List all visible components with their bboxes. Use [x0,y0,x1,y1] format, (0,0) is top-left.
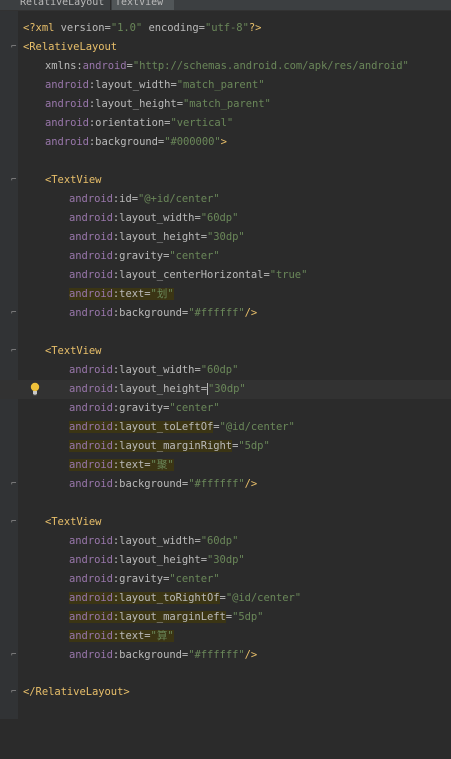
fold-marker-icon[interactable]: ⌐ [11,176,18,185]
code-line-tv3-background: ⌐ android:background="#ffffff"/> [11,649,258,661]
code-line-tv3-gravity: android:gravity="center" [69,573,220,585]
tab-textview[interactable]: TextView [112,0,174,10]
code-line-tv2-layout-height: android:layout_height="30dp" [0,380,451,399]
fold-marker-icon[interactable]: ⌐ [11,688,18,697]
code-line-tv1-gravity: android:gravity="center" [69,250,220,262]
code-line-tv1-background: ⌐ android:background="#ffffff"/> [11,307,258,319]
code-line-tv3-layout-height: android:layout_height="30dp" [69,554,245,566]
code-line-tv1-id: android:id="@+id/center" [69,193,220,205]
code-line-textview2-open: ⌐ <TextView [11,345,102,357]
code-line-textview3-open: ⌐ <TextView [11,516,102,528]
fold-marker-icon[interactable]: ⌐ [11,518,18,527]
code-line-relativelayout-close: ⌐ </RelativeLayout> [11,686,130,698]
code-line-tv2-layout-width: android:layout_width="60dp" [69,364,239,376]
code-editor[interactable]: <?xml version="1.0" encoding="utf-8"?> ⌐… [0,11,451,719]
code-line-tv1-layout-height: android:layout_height="30dp" [69,231,245,243]
code-line-root-orientation: android:orientation="vertical" [45,117,234,129]
code-line-tv3-to-right-of: android:layout_toRightOf="@id/center" [69,592,302,604]
code-line-xml-declaration: <?xml version="1.0" encoding="utf-8"?> [23,22,262,34]
fold-marker-icon[interactable]: ⌐ [11,480,18,489]
code-line-root-layout-height: android:layout_height="match_parent" [45,98,271,110]
code-line-tv2-gravity: android:gravity="center" [69,402,220,414]
code-line-textview1-open: ⌐ <TextView [11,174,102,186]
code-line-tv2-to-left-of: android:layout_toLeftOf="@id/center" [69,421,295,433]
code-line-tv2-background: ⌐ android:background="#ffffff"/> [11,478,258,490]
code-line-root-background: android:background="#000000"> [45,136,227,148]
code-line-tv2-margin-right: android:layout_marginRight="5dp" [69,440,270,452]
code-line-tv1-center-horizontal: android:layout_centerHorizontal="true" [69,269,308,281]
fold-marker-icon[interactable]: ⌐ [11,43,18,52]
code-line-tv3-margin-left: android:layout_marginLeft="5dp" [69,611,264,623]
fold-marker-icon[interactable]: ⌐ [11,309,18,318]
code-line-xmlns: xmlns:android="http://schemas.android.co… [45,60,409,72]
code-line-relativelayout-open: ⌐ <RelativeLayout [11,41,118,53]
fold-marker-icon[interactable]: ⌐ [11,347,18,356]
code-line-tv2-text: android:text="聚" [69,459,174,471]
editor-tab-bar: RelativeLayout TextView [0,0,451,10]
tab-relativelayout[interactable]: RelativeLayout [17,0,111,10]
code-line-tv1-layout-width: android:layout_width="60dp" [69,212,239,224]
code-line-tv3-text: android:text="算" [69,630,174,642]
fold-marker-icon[interactable]: ⌐ [11,651,18,660]
code-line-tv3-layout-width: android:layout_width="60dp" [69,535,239,547]
lightbulb-icon[interactable] [30,382,40,396]
code-line-root-layout-width: android:layout_width="match_parent" [45,79,265,91]
code-line-tv1-text: android:text="划" [69,288,174,300]
